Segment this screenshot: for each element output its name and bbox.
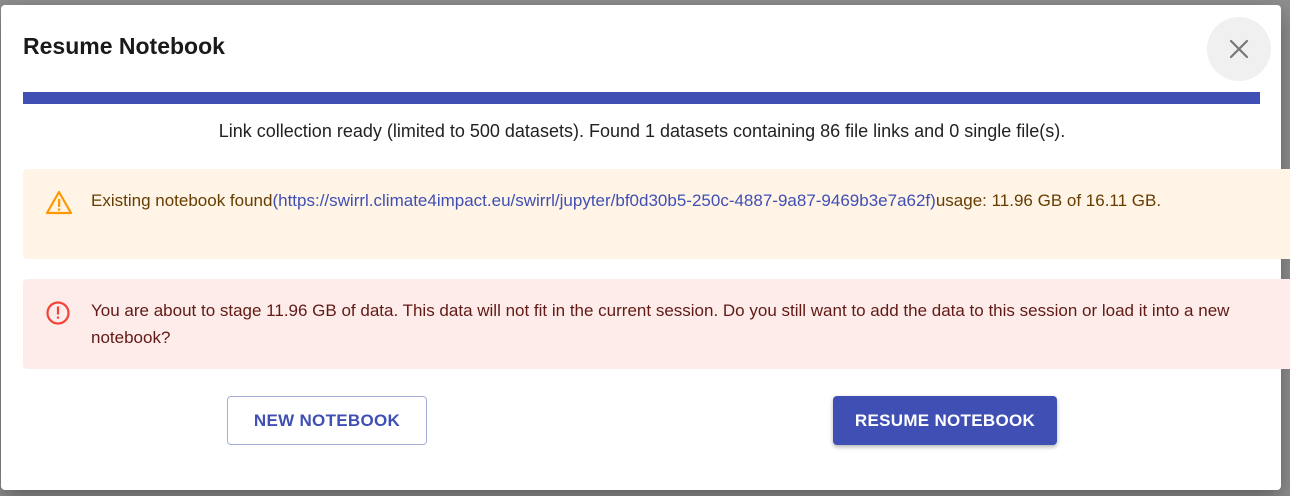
warning-alert: Existing notebook found(https://swirrl.c… — [23, 169, 1290, 259]
warning-triangle-icon — [45, 190, 73, 215]
error-message: You are about to stage 11.96 GB of data.… — [91, 301, 1230, 347]
close-button[interactable] — [1207, 17, 1271, 81]
notebook-link[interactable]: (https://swirrl.climate4impact.eu/swirrl… — [272, 191, 935, 210]
warning-suffix: usage: 11.96 GB of 16.11 GB. — [935, 191, 1162, 210]
warning-prefix: Existing notebook found — [91, 191, 273, 210]
close-icon — [1229, 39, 1249, 59]
error-alert: You are about to stage 11.96 GB of data.… — [23, 279, 1290, 369]
resume-notebook-dialog: Resume Notebook Link collection ready (l… — [1, 5, 1290, 490]
dialog-title: Resume Notebook — [23, 33, 225, 59]
resume-notebook-button[interactable]: RESUME NOTEBOOK — [833, 396, 1057, 445]
progress-fill — [23, 92, 1260, 104]
new-notebook-button[interactable]: NEW NOTEBOOK — [227, 396, 427, 445]
progress-bar — [23, 92, 1260, 104]
error-circle-icon — [46, 301, 70, 325]
status-message: Link collection ready (limited to 500 da… — [218, 121, 1066, 141]
